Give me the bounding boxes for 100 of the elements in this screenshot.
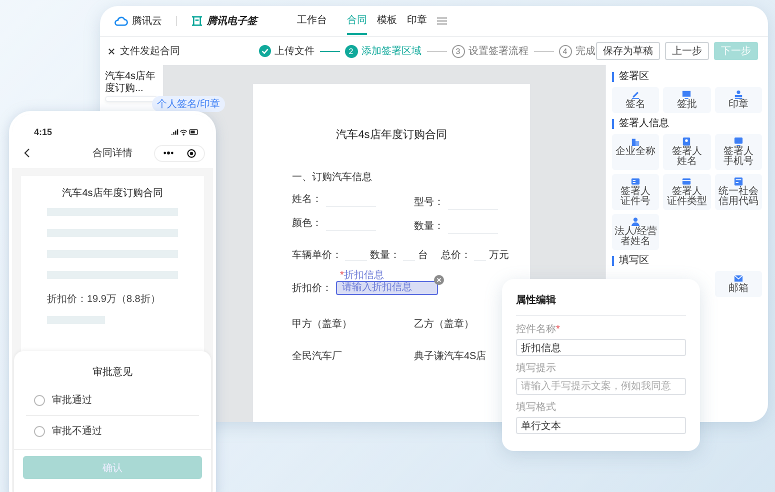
- tile-label: 签署人: [620, 187, 651, 197]
- input-field[interactable]: 折扣信息: [516, 339, 686, 356]
- field-label: 总价：: [441, 248, 471, 262]
- status-icons-drawing: [171, 128, 199, 136]
- brand-name: 腾讯云: [132, 14, 162, 28]
- sheet-title: 审批意见: [92, 366, 134, 379]
- control-tile[interactable]: 签署人 证件类型: [663, 174, 711, 210]
- document-name: 汽车4s店年度订购...: [105, 71, 157, 94]
- mail-icon: [734, 274, 743, 283]
- page-thumbnail[interactable]: [105, 96, 158, 102]
- document-title: 汽车4s店年度订购合同: [335, 128, 448, 142]
- tile-label: 统一社会: [718, 187, 758, 197]
- tile-label: 姓名: [676, 157, 697, 167]
- control-tile[interactable]: 印章: [714, 87, 762, 113]
- tile-label: 者姓名: [620, 237, 651, 247]
- building-icon: [631, 137, 640, 146]
- step-number: 3: [452, 44, 464, 58]
- control-tile[interactable]: 统一社会 信用代码: [714, 174, 762, 210]
- field-label: 颜色：: [292, 216, 322, 230]
- tile-label: 信用代码: [718, 197, 758, 207]
- party-name: 全民汽车厂: [292, 350, 343, 363]
- nav-tab[interactable]: 模板: [377, 7, 397, 35]
- tile-label: 手机号: [723, 157, 754, 167]
- control-tile[interactable]: 签署人 手机号: [714, 134, 762, 170]
- tile-label: 印章: [728, 100, 748, 110]
- screen-icon: [682, 90, 692, 99]
- step-number: 4: [558, 44, 572, 58]
- cloud-logo-icon: [114, 16, 128, 26]
- field-label: 填写提示: [516, 362, 557, 375]
- control-tile[interactable]: 签名: [612, 87, 660, 113]
- section-title: 签署区: [612, 72, 762, 82]
- id-card-icon: [631, 177, 640, 186]
- action-button[interactable]: 上一步: [665, 42, 709, 60]
- tile-label: 签署人: [672, 187, 702, 197]
- phone-icon: [734, 137, 743, 146]
- field-label: 折扣价：: [292, 282, 332, 295]
- pen-icon: [631, 90, 640, 99]
- action-button[interactable]: 保存为草稿: [596, 42, 660, 60]
- close-icon[interactable]: [108, 48, 115, 54]
- step-label: 添加签署区域: [362, 44, 422, 58]
- control-tile[interactable]: 企业全称: [612, 134, 660, 170]
- menu-icon[interactable]: [437, 17, 447, 25]
- document-title: 汽车4s店年度订购合同: [61, 186, 164, 200]
- more-icon[interactable]: [163, 151, 174, 155]
- card-icon: [682, 177, 692, 186]
- party-role: 甲方（盖章）: [292, 318, 353, 331]
- back-icon[interactable]: [24, 148, 30, 158]
- field-label: 数量：: [370, 249, 400, 262]
- input-field[interactable]: 单行文本: [516, 417, 686, 434]
- control-tile[interactable]: 签署人 姓名: [663, 134, 711, 170]
- nav-tab[interactable]: 工作台: [297, 7, 327, 35]
- section-title: 签署人信息: [612, 119, 762, 129]
- control-tile[interactable]: 邮箱: [714, 271, 762, 297]
- control-tile[interactable]: 签署人 证件号: [612, 174, 660, 210]
- party-role: 乙方（盖章）: [414, 318, 475, 331]
- tile-label: 企业全称: [616, 147, 656, 157]
- control-tile[interactable]: 签批: [663, 87, 711, 113]
- step-label: 设置签署流程: [468, 44, 528, 58]
- section-title: 填写区: [612, 256, 762, 266]
- input-field[interactable]: 请输入手写提示文案，例如我同意: [516, 378, 686, 395]
- close-target-icon[interactable]: [187, 148, 196, 158]
- task-title: 文件发起合同: [120, 44, 180, 58]
- stamp-icon: [734, 90, 743, 99]
- radio-button[interactable]: [34, 426, 45, 436]
- tile-label: 证件类型: [666, 197, 707, 207]
- tile-label: 法人/经营: [614, 227, 658, 237]
- remove-icon[interactable]: [434, 275, 444, 285]
- field-label: 填写格式: [516, 400, 557, 414]
- screen-title: 合同详情: [92, 146, 132, 160]
- field-label: 数量：: [414, 220, 444, 233]
- discount-text: 折扣价：19.9万（8.8折）: [47, 292, 162, 306]
- certificate-icon: [734, 177, 743, 186]
- field-label: 姓名：: [292, 193, 322, 206]
- radio-button[interactable]: [34, 394, 45, 406]
- tile-label: 邮箱: [728, 284, 748, 294]
- field-label: 控件名称*: [516, 323, 561, 336]
- field-label: 万元: [489, 249, 509, 262]
- step-label: 完成: [576, 44, 596, 58]
- step-label: 上传文件: [274, 44, 314, 58]
- signature-tag: 个人签名/印章: [152, 96, 225, 112]
- party-name: 典子谦汽车4S店: [414, 350, 488, 363]
- nav-tab[interactable]: 印章: [407, 7, 427, 35]
- product-logo-icon: [191, 16, 203, 26]
- person-icon: [631, 217, 640, 226]
- field-label: 型号：: [414, 196, 444, 209]
- field-label: 车辆单价：: [292, 248, 342, 262]
- step-number: 2: [344, 44, 358, 58]
- card-title: 属性编辑: [516, 293, 686, 316]
- tile-label: 签名: [626, 100, 646, 110]
- tile-label: 签署人: [723, 147, 754, 157]
- option-label[interactable]: 审批不通过: [52, 424, 102, 438]
- control-tile[interactable]: 法人/经营 者姓名: [612, 214, 660, 250]
- option-label[interactable]: 审批通过: [52, 393, 92, 407]
- tile-label: 签署人: [672, 147, 702, 157]
- product-name: 腾讯电子签: [207, 14, 257, 28]
- section-heading: 一、订购汽车信息: [292, 170, 373, 184]
- field-label: 台: [418, 248, 428, 262]
- clock-time: 4:15: [34, 126, 52, 136]
- tile-label: 证件号: [620, 197, 651, 207]
- tile-label: 签批: [676, 100, 697, 110]
